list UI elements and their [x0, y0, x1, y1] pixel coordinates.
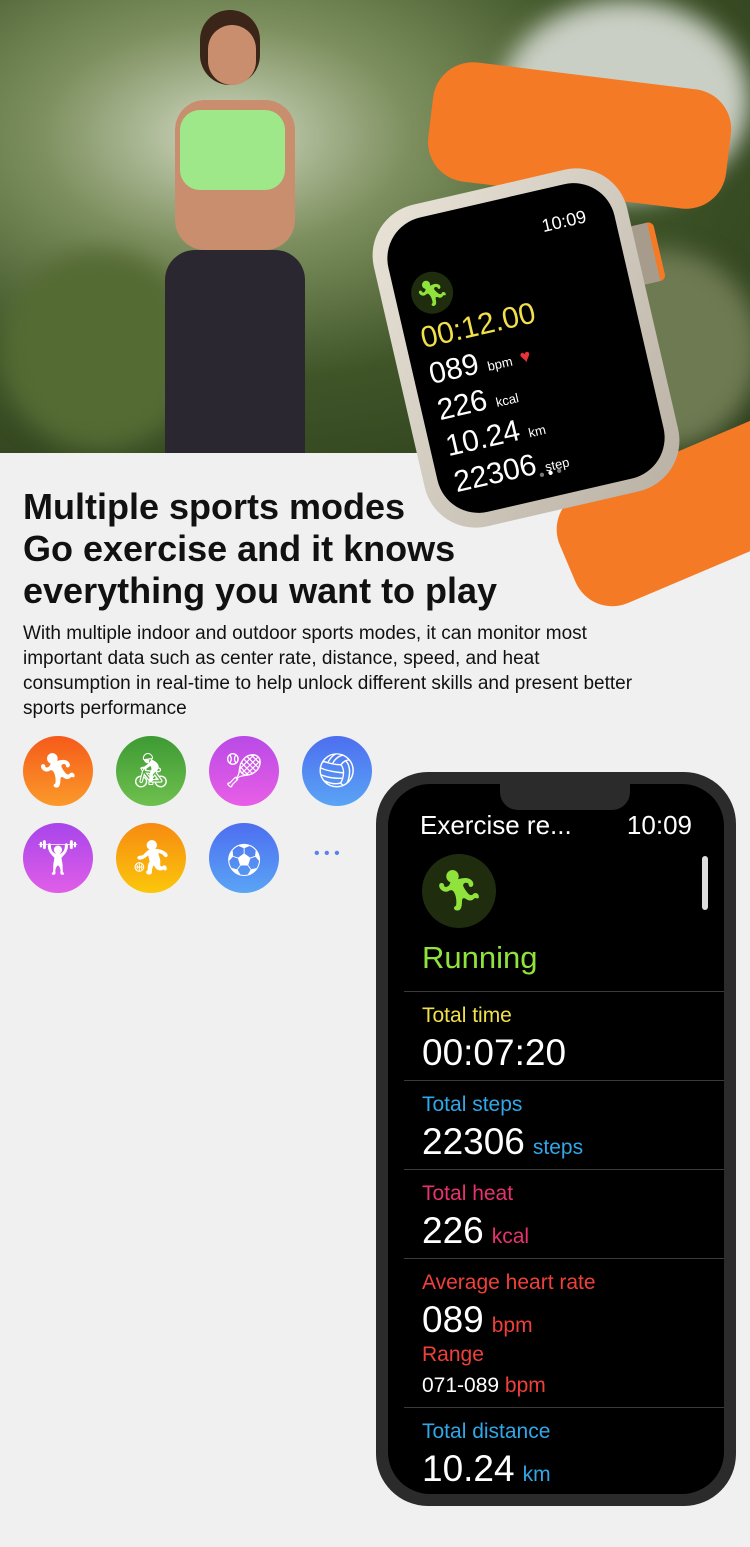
volleyball-icon: 🏐︎	[302, 736, 372, 806]
divider	[404, 1407, 724, 1408]
watch-screen: 10:09 🏃︎ 00:12.00 089 bpm ♥ 226 kcal 10.…	[379, 174, 673, 522]
avg-heart-label: Average heart rate	[422, 1271, 596, 1294]
screen-title: Exercise re...	[420, 810, 572, 840]
tennis-icon: 🎾︎	[209, 736, 279, 806]
activity-name: Running	[422, 940, 538, 975]
divider	[404, 991, 724, 992]
watch-time: 10:09	[539, 206, 589, 237]
cycling-icon: 🚴︎	[116, 736, 186, 806]
avg-heart-value: 089	[422, 1299, 484, 1340]
total-distance-label: Total distance	[422, 1420, 551, 1443]
km-unit: km	[522, 1463, 551, 1486]
headline-line: Go exercise and it knows	[23, 528, 456, 569]
total-steps-value: 22306	[422, 1121, 525, 1162]
total-steps-label: Total steps	[422, 1093, 523, 1116]
more-sports-dots: • • •	[314, 845, 340, 862]
basketball-icon: ⛹︎	[116, 823, 186, 893]
total-time-label: Total time	[422, 1004, 512, 1027]
headline: Multiple sports modes Go exercise and it…	[23, 486, 497, 612]
total-heat-label: Total heat	[422, 1182, 514, 1205]
headline-line: Multiple sports modes	[23, 486, 406, 527]
notch	[500, 784, 630, 810]
total-distance-value: 10.24	[422, 1448, 515, 1489]
range-unit: bpm	[504, 1374, 546, 1397]
divider	[404, 1169, 724, 1170]
football-icon: ⚽︎	[209, 823, 279, 893]
range-value: 071-089	[422, 1374, 500, 1397]
phone-screen: Exercise re... 10:09 🏃︎ Running Total ti…	[388, 784, 724, 1494]
watch-heart-rate: 089	[425, 347, 483, 391]
running-icon: 🏃︎	[406, 267, 458, 318]
range-label: Range	[422, 1343, 484, 1366]
headline-line: everything you want to play	[23, 570, 498, 611]
bpm-unit: bpm	[491, 1314, 533, 1337]
status-time: 10:09	[626, 810, 692, 840]
description: With multiple indoor and outdoor sports …	[23, 623, 633, 719]
divider	[404, 1258, 724, 1259]
kcal-unit: kcal	[491, 1225, 530, 1248]
smartphone: Exercise re... 10:09 🏃︎ Running Total ti…	[376, 772, 736, 1506]
steps-unit: steps	[532, 1136, 584, 1159]
running-icon: 🏃︎	[23, 736, 93, 806]
total-heat-value: 226	[422, 1210, 484, 1251]
heart-icon: ♥	[517, 345, 533, 368]
bpm-unit: bpm	[485, 353, 514, 374]
divider	[404, 1080, 724, 1081]
scrollbar[interactable]	[702, 856, 708, 910]
kcal-unit: kcal	[494, 390, 521, 410]
km-unit: km	[526, 421, 548, 441]
running-icon: 🏃︎	[422, 854, 496, 928]
weightlifting-icon: 🏋︎	[23, 823, 93, 893]
total-time-value: 00:07:20	[422, 1032, 567, 1073]
